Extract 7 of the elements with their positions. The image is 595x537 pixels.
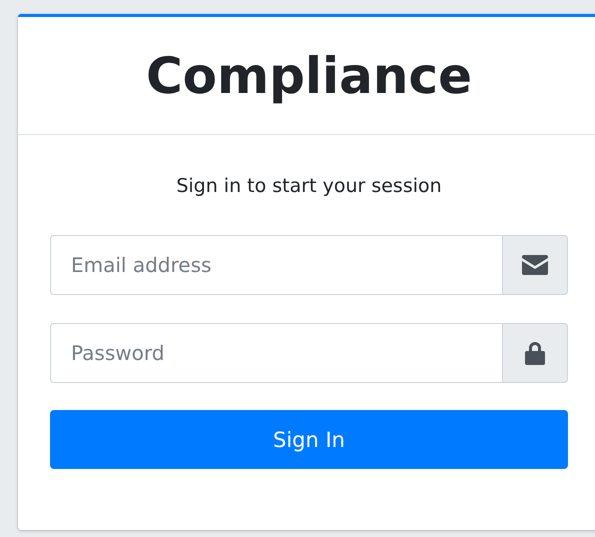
email-field[interactable]: Email address: [50, 235, 502, 295]
sign-in-button[interactable]: Sign In: [50, 410, 568, 469]
envelope-icon: [522, 255, 548, 275]
login-message: Sign in to start your session: [175, 175, 443, 197]
app-title: Compliance: [146, 46, 472, 104]
password-field[interactable]: Password: [50, 323, 502, 383]
lock-icon: [525, 341, 545, 365]
